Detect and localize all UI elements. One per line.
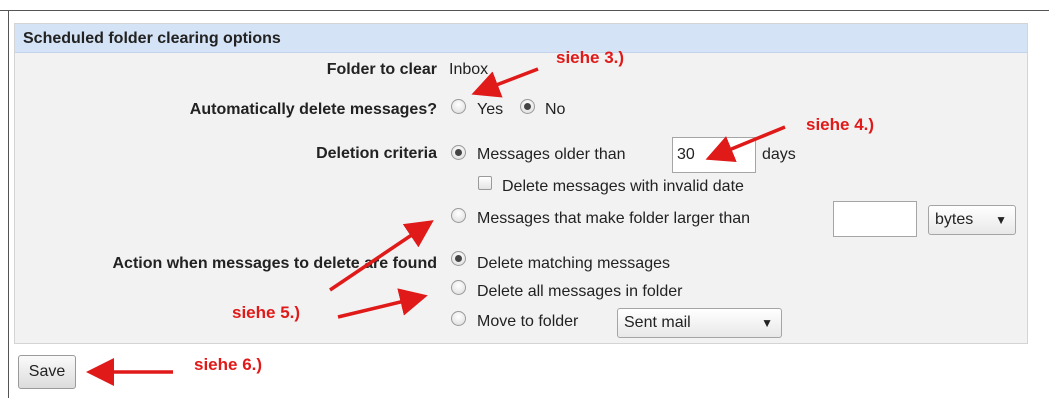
delete-matching-label: Delete matching messages [477,255,670,272]
auto-delete-label: Automatically delete messages? [189,101,437,118]
move-to-folder-radio[interactable] [451,311,466,326]
folder-to-clear-label: Folder to clear [326,61,437,78]
older-than-label: Messages older than [477,146,626,163]
older-than-days-input[interactable]: 30 [672,137,756,173]
folder-to-clear-value: Inbox [449,61,489,78]
days-label: days [762,146,796,163]
size-unit-selected: bytes [935,211,974,228]
auto-delete-yes-label: Yes [477,101,504,118]
auto-delete-no-radio[interactable] [520,99,535,114]
annotation-siehe-4: siehe 4.) [806,115,875,134]
move-folder-selected: Sent mail [624,314,691,331]
move-folder-select[interactable]: Sent mail ▼ [617,308,782,338]
annotation-siehe-6: siehe 6.) [194,355,263,374]
delete-all-radio[interactable] [451,280,466,295]
save-button[interactable]: Save [18,355,76,389]
invalid-date-label: Delete messages with invalid date [502,178,744,195]
larger-than-label: Messages that make folder larger than [477,210,751,227]
panel-title: Scheduled folder clearing options [15,24,1027,53]
delete-matching-radio[interactable] [451,251,466,266]
folder-size-input[interactable] [833,201,917,237]
move-to-folder-label: Move to folder [477,313,579,330]
annotation-siehe-5: siehe 5.) [232,303,301,322]
larger-than-radio[interactable] [451,208,466,223]
triangle-down-icon: ▼ [761,316,773,330]
size-unit-select[interactable]: bytes ▼ [928,205,1016,235]
action-label: Action when messages to delete are found [112,255,437,272]
invalid-date-checkbox[interactable] [478,176,492,190]
screenshot-frame-top [0,10,1049,11]
screenshot-frame-left [8,10,9,398]
auto-delete-yes-radio[interactable] [451,99,466,114]
annotation-siehe-3: siehe 3.) [556,48,625,67]
deletion-criteria-label: Deletion criteria [316,145,437,162]
triangle-down-icon: ▼ [995,213,1007,227]
older-than-radio[interactable] [451,145,466,160]
delete-all-label: Delete all messages in folder [477,283,683,300]
auto-delete-no-label: No [545,101,566,118]
